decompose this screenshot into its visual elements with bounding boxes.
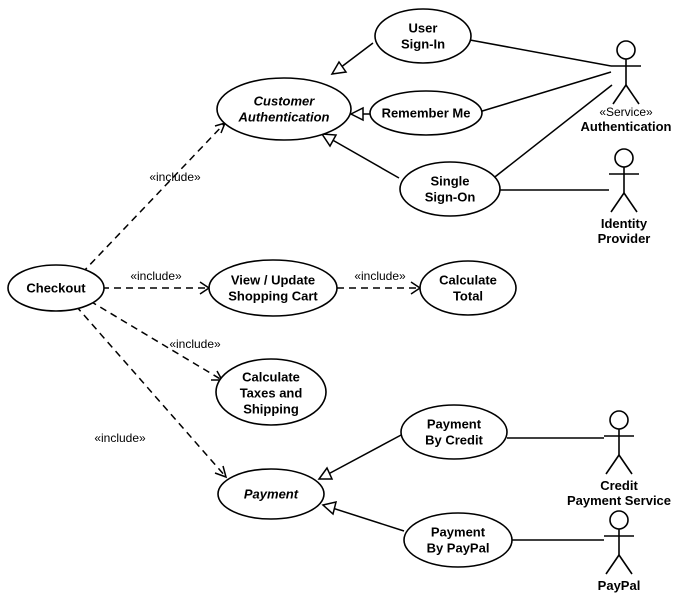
usecase-payment-by-credit: Payment By Credit [401, 405, 507, 459]
actor-credit-label1: Credit [600, 478, 638, 493]
svg-text:Shipping: Shipping [243, 401, 299, 416]
svg-text:Payment: Payment [431, 524, 486, 539]
include-checkout-to-taxes: «include» [90, 301, 222, 380]
svg-text:By Credit: By Credit [425, 432, 483, 447]
usecase-payment-by-paypal: Payment By PayPal [404, 513, 512, 567]
usecase-calculate-total: Calculate Total [420, 261, 516, 315]
svg-text:Checkout: Checkout [26, 280, 86, 295]
usecase-calculate-taxes-shipping: Calculate Taxes and Shipping [216, 359, 326, 425]
svg-text:«include»: «include» [169, 337, 221, 351]
svg-text:Payment: Payment [427, 416, 482, 431]
svg-text:Authentication: Authentication [238, 109, 330, 124]
gen-credit-to-payment [319, 434, 403, 479]
svg-text:Remember Me: Remember Me [382, 105, 471, 120]
actor-credit-payment-service: Credit Payment Service [567, 411, 671, 508]
assoc-auth-remember [479, 72, 611, 112]
actor-credit-label2: Payment Service [567, 493, 671, 508]
include-checkout-to-auth: «include» [82, 123, 225, 273]
actor-paypal: PayPal [598, 511, 641, 593]
svg-text:Customer: Customer [254, 93, 316, 108]
usecase-payment: Payment [218, 469, 324, 519]
actor-authentication-stereo: «Service» [599, 105, 653, 119]
include-cart-to-total: «include» [337, 269, 420, 294]
svg-text:«include»: «include» [354, 269, 406, 283]
usecase-customer-authentication: Customer Authentication [217, 78, 351, 140]
gen-signin-to-auth [332, 43, 373, 74]
gen-sso-to-auth [322, 134, 399, 178]
svg-text:Total: Total [453, 288, 483, 303]
actor-idp-label2: Provider [598, 231, 651, 246]
usecase-view-update-cart: View / Update Shopping Cart [209, 260, 337, 316]
actor-authentication-label: Authentication [581, 119, 672, 134]
include-checkout-to-payment: «include» [76, 306, 226, 477]
svg-text:View / Update: View / Update [231, 272, 315, 287]
svg-text:By PayPal: By PayPal [427, 540, 490, 555]
svg-text:Payment: Payment [244, 486, 299, 501]
usecase-remember-me: Remember Me [370, 91, 482, 135]
svg-text:«include»: «include» [149, 170, 201, 184]
actor-idp-label1: Identity [601, 216, 648, 231]
actor-identity-provider: Identity Provider [598, 149, 651, 246]
actor-authentication: «Service» Authentication [581, 41, 672, 134]
gen-remember-to-auth [351, 108, 371, 120]
svg-text:Calculate: Calculate [439, 272, 497, 287]
svg-text:Shopping Cart: Shopping Cart [228, 288, 318, 303]
usecase-single-signon: Single Sign-On [400, 162, 500, 216]
svg-text:«include»: «include» [130, 269, 182, 283]
actor-paypal-label: PayPal [598, 578, 641, 593]
usecase-diagram: «Service» Authentication Identity Provid… [0, 0, 680, 601]
usecase-checkout: Checkout [8, 265, 104, 311]
svg-text:Sign-On: Sign-On [425, 189, 476, 204]
usecase-user-signin: User Sign-In [375, 9, 471, 63]
include-checkout-to-cart: «include» [102, 269, 209, 294]
svg-text:Single: Single [430, 173, 469, 188]
assoc-auth-signin [470, 40, 611, 66]
svg-text:Taxes and: Taxes and [240, 385, 303, 400]
svg-text:Calculate: Calculate [242, 369, 300, 384]
svg-text:«include»: «include» [94, 431, 146, 445]
svg-text:User: User [409, 20, 438, 35]
gen-paypal-to-payment [323, 502, 404, 531]
svg-text:Sign-In: Sign-In [401, 36, 445, 51]
